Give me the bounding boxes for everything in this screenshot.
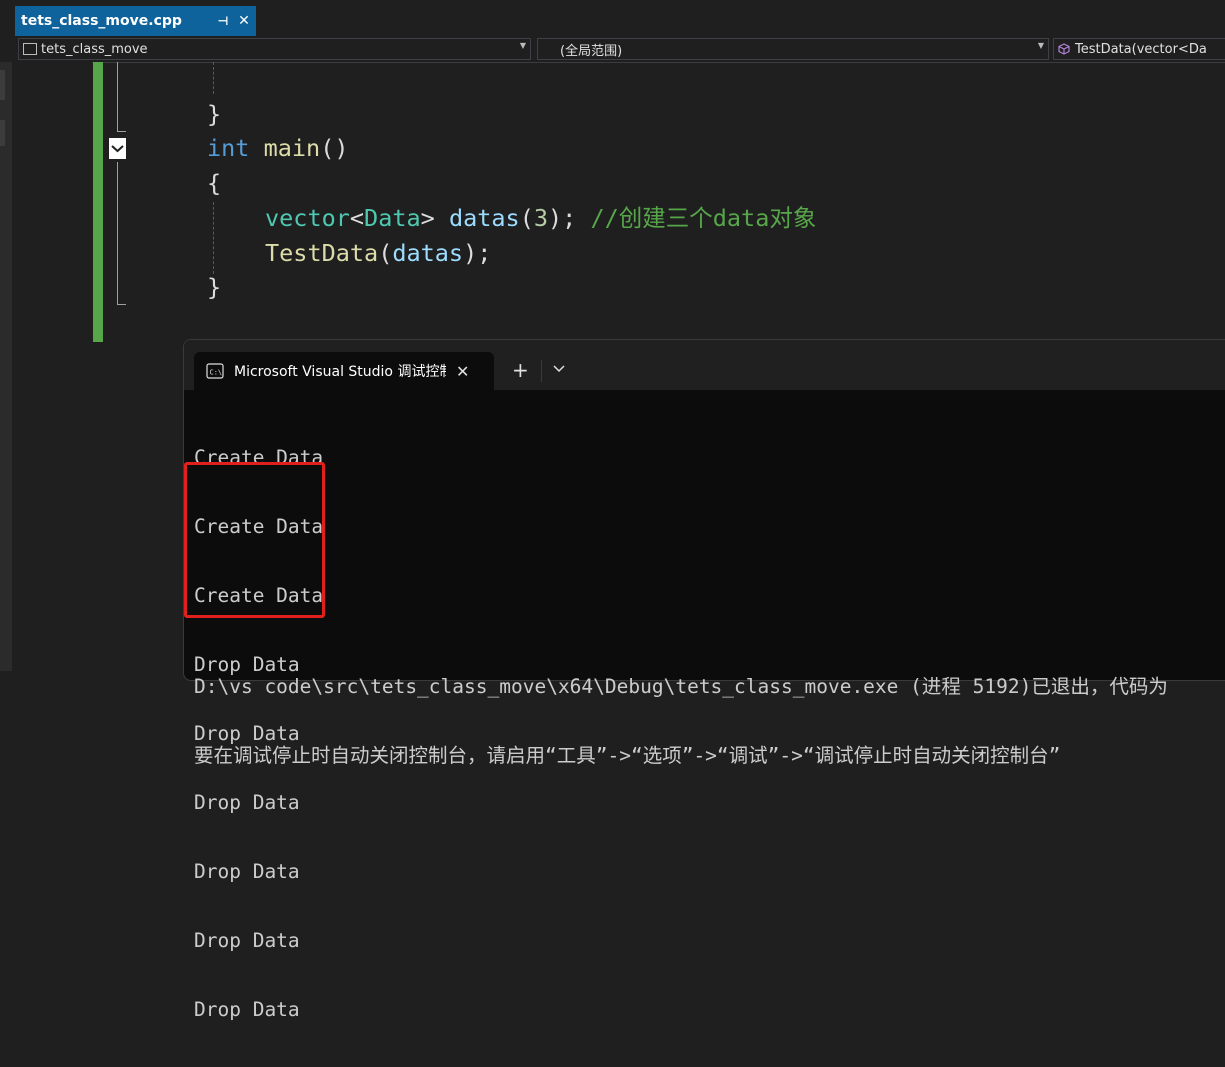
scope-dropdown[interactable]: (全局范围) ▼ <box>537 38 1049 60</box>
member-label: TestData(vector<Da <box>1075 41 1207 57</box>
output-line: Drop Data <box>194 998 300 1021</box>
function-testdata: TestData <box>265 239 379 267</box>
fold-line <box>117 304 126 305</box>
new-tab-button[interactable]: + <box>512 360 529 380</box>
close-icon[interactable]: ✕ <box>456 362 469 381</box>
chevron-down-icon[interactable] <box>553 364 565 374</box>
project-dropdown[interactable]: tets_class_move ▼ <box>18 38 531 60</box>
editor-tab-bar: tets_class_move.cpp ⊣ ✕ <box>0 0 1225 38</box>
fold-line <box>117 131 126 132</box>
variable-datas: datas <box>448 204 520 232</box>
chevron-down-icon: ▼ <box>519 41 526 50</box>
output-line: Drop Data <box>194 929 300 952</box>
number-literal: 3 <box>533 204 549 232</box>
type-vector: vector <box>265 204 350 232</box>
output-line: Drop Data <box>194 860 300 883</box>
code-comment: //创建三个data对象 <box>590 204 817 232</box>
code-line-3[interactable]: { <box>207 166 221 201</box>
tab-tets-class-move-cpp[interactable]: tets_class_move.cpp ⊣ ✕ <box>15 6 256 36</box>
divider <box>541 360 542 382</box>
close-icon[interactable]: ✕ <box>232 13 256 29</box>
console-title: Microsoft Visual Studio 调试控制台 <box>234 364 446 380</box>
code-line-4[interactable]: vector<Data> datas(3); //创建三个data对象 <box>265 201 816 236</box>
editor-margin <box>12 62 92 671</box>
type-data: Data <box>364 204 421 232</box>
project-icon <box>23 43 37 55</box>
highlight-annotation-box <box>184 462 325 618</box>
strip-marker <box>0 120 5 146</box>
debug-console-window[interactable]: C:\ Microsoft Visual Studio 调试控制台 ✕ + Cr… <box>183 339 1225 1021</box>
console-exit-message: D:\vs code\src\tets_class_move\x64\Debug… <box>194 629 1168 813</box>
pin-icon[interactable]: ⊣ <box>214 14 232 28</box>
code-line-2[interactable]: int main() <box>207 131 349 166</box>
fold-line <box>117 62 118 132</box>
navigation-bar: tets_class_move ▼ (全局范围) ▼ TestData(vect… <box>0 36 1225 63</box>
cube-icon <box>1058 43 1070 55</box>
indent-guide <box>213 62 214 94</box>
chevron-down-icon: ▼ <box>1037 41 1044 50</box>
indent-guide <box>213 202 214 274</box>
collapse-icon[interactable] <box>109 138 126 159</box>
fold-line <box>117 162 118 305</box>
left-tool-strip <box>0 62 12 671</box>
code-line-5[interactable]: TestData(datas); <box>265 236 491 271</box>
change-tracking-bar <box>93 62 103 342</box>
terminal-icon: C:\ <box>206 363 224 379</box>
project-label: tets_class_move <box>41 41 148 57</box>
code-line-1[interactable]: } <box>207 97 221 132</box>
code-line-6[interactable]: } <box>207 270 221 305</box>
scope-label: (全局范围) <box>560 43 623 59</box>
function-main: main <box>263 134 321 162</box>
keyword-int: int <box>207 134 250 162</box>
member-dropdown[interactable]: TestData(vector<Da <box>1053 38 1225 60</box>
console-title-bar: C:\ Microsoft Visual Studio 调试控制台 ✕ + <box>184 340 1225 390</box>
exit-message-line: 要在调试停止时自动关闭控制台，请启用“工具”->“选项”->“调试”->“调试停… <box>194 744 1061 767</box>
exit-message-line: D:\vs code\src\tets_class_move\x64\Debug… <box>194 675 1168 698</box>
strip-marker <box>0 70 5 100</box>
svg-text:C:\: C:\ <box>210 369 223 377</box>
variable-datas: datas <box>392 239 464 267</box>
console-tab[interactable]: C:\ Microsoft Visual Studio 调试控制台 ✕ <box>194 352 494 390</box>
tab-filename: tets_class_move.cpp <box>21 13 182 29</box>
